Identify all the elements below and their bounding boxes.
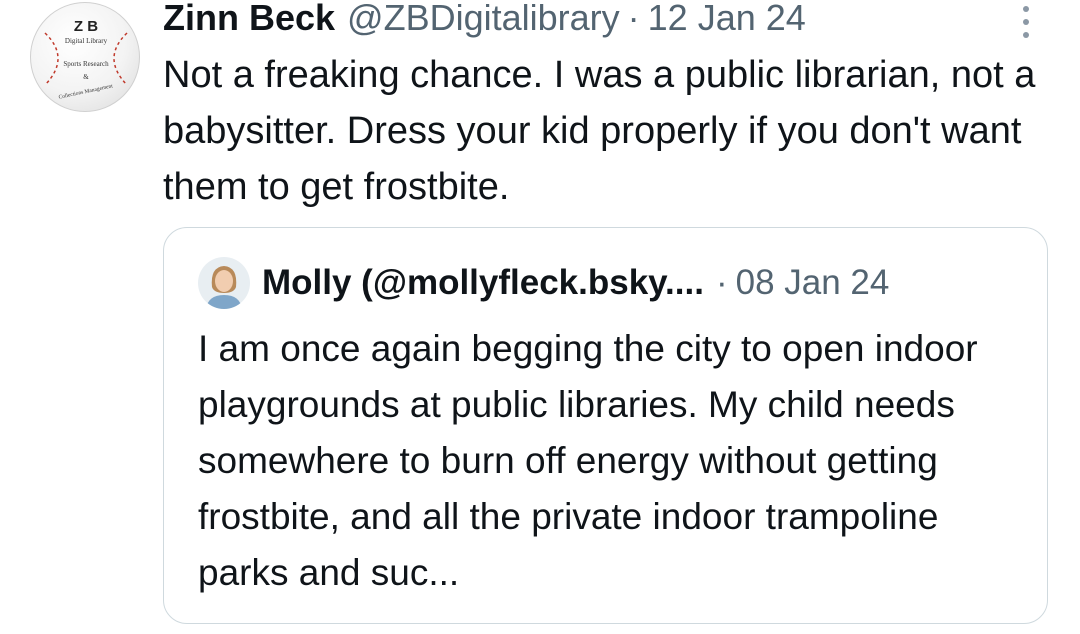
quoted-post-header: Molly (@mollyfleck.bsky.... · 08 Jan 24 xyxy=(198,257,889,309)
more-options-icon[interactable] xyxy=(1014,4,1038,40)
quoted-author-name[interactable]: Molly (@mollyfleck.bsky.... xyxy=(262,261,704,305)
more-dot xyxy=(1023,6,1029,12)
author-name[interactable]: Zinn Beck xyxy=(163,0,335,40)
more-dot xyxy=(1023,32,1029,38)
quoted-post-date[interactable]: 08 Jan 24 xyxy=(736,261,890,305)
post-text: Not a freaking chance. I was a public li… xyxy=(163,54,1036,208)
more-dot xyxy=(1023,19,1029,25)
author-avatar[interactable]: Z B Digital Library Sports Research & Co… xyxy=(30,2,140,112)
logo-text-research: Sports Research xyxy=(63,60,109,68)
quoted-author-avatar[interactable] xyxy=(198,257,250,309)
quoted-post[interactable]: Molly (@mollyfleck.bsky.... · 08 Jan 24 … xyxy=(163,227,1048,624)
quoted-separator-dot: · xyxy=(715,263,728,302)
author-handle[interactable]: @ZBDigitalibrary xyxy=(347,0,620,40)
logo-text-library: Digital Library xyxy=(65,37,108,45)
post[interactable]: Z B Digital Library Sports Research & Co… xyxy=(0,0,1080,634)
separator-dot: · xyxy=(627,0,640,38)
baseball-logo-icon: Z B Digital Library Sports Research & Co… xyxy=(44,18,128,101)
user-photo-icon xyxy=(198,257,250,309)
quoted-post-text: I am once again begging the city to open… xyxy=(198,328,978,593)
logo-text-collections: Collections Management xyxy=(58,83,114,100)
logo-text-zb: Z B xyxy=(74,18,98,35)
logo-text-ampersand: & xyxy=(83,73,89,81)
post-date[interactable]: 12 Jan 24 xyxy=(648,0,806,40)
post-header: Zinn Beck @ZBDigitalibrary · 12 Jan 24 xyxy=(163,0,806,40)
